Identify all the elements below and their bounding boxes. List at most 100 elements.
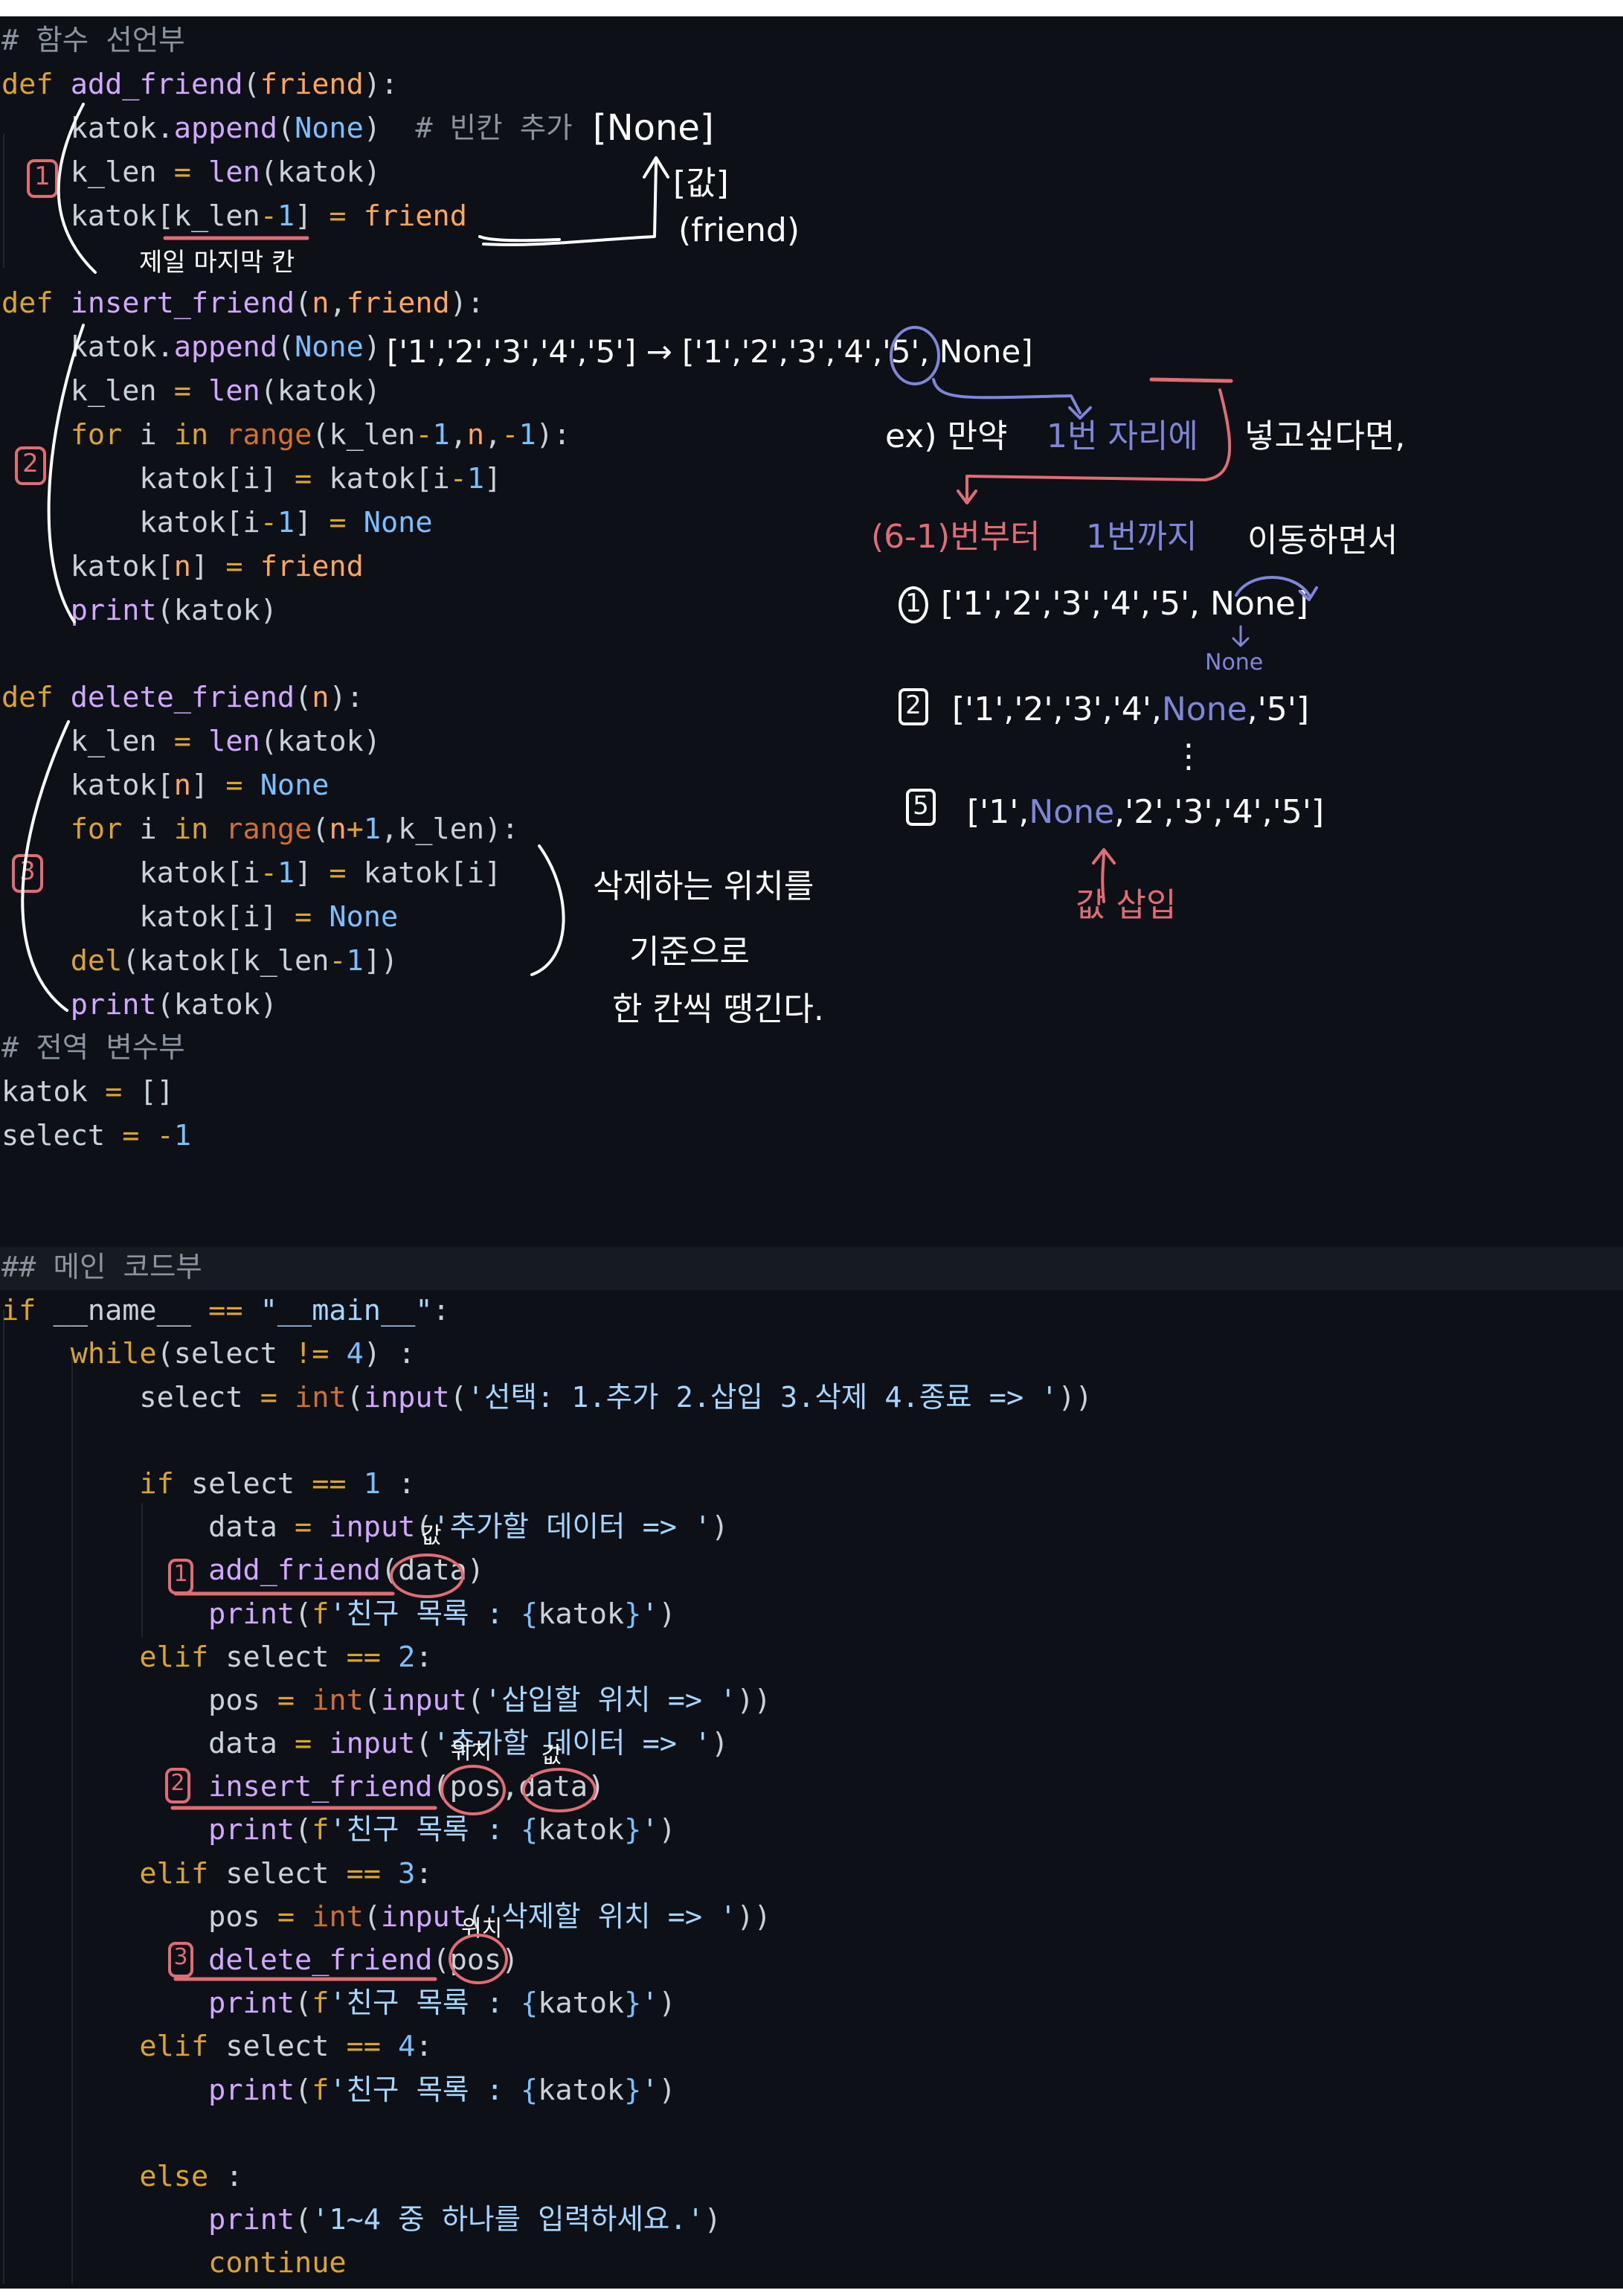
code-token: } xyxy=(624,1813,642,1847)
code-line: print(katok) xyxy=(1,589,573,633)
code-token: : xyxy=(415,2030,433,2064)
code-line: k_len = len(katok) xyxy=(1,720,573,764)
code-token: - xyxy=(415,418,433,452)
code-token: ( xyxy=(415,1727,433,1761)
note-step-2: ['1','2','3','4',None,'5'] xyxy=(952,693,1309,726)
code-token: ( xyxy=(295,2203,312,2237)
code-token: select xyxy=(208,1856,347,1891)
code-line: ## 메인 코드부 xyxy=(1,1246,1093,1289)
code-token: f xyxy=(312,1986,330,2021)
code-token: delete_friend xyxy=(70,681,295,715)
code-token: elif xyxy=(1,1640,209,1674)
code-token: input xyxy=(329,1510,416,1545)
code-line: select = int(input('선택: 1.추가 2.삽입 3.삭제 4… xyxy=(1,1376,1093,1420)
code-token: __name__ xyxy=(36,1294,209,1328)
code-token: )) xyxy=(1058,1380,1093,1414)
code-token: continue xyxy=(1,2246,347,2280)
code-token: '선택: 1.추가 2.삽입 3.삭제 4.종료 => ' xyxy=(466,1380,1058,1414)
code-token: = xyxy=(277,1899,295,1934)
code-line: select = -1 xyxy=(1,1115,573,1158)
code-token: def xyxy=(1,681,54,715)
code-token: k_len xyxy=(1,374,174,408)
code-token: delete_friend xyxy=(208,1943,433,1977)
code-token: } xyxy=(624,1986,642,2021)
code-token: len xyxy=(208,725,260,759)
code-token: - xyxy=(501,418,519,452)
code-editor-functions[interactable]: # 함수 선언부 def add_friend(friend): katok.ap… xyxy=(1,19,573,1158)
code-token: ] xyxy=(295,856,330,890)
code-token: '친구 목록 : xyxy=(329,1597,521,1631)
code-token: select xyxy=(208,2030,347,2064)
main-marker-3: 3 xyxy=(168,1942,193,1978)
code-token: friend xyxy=(363,199,467,233)
code-token: 1 xyxy=(518,418,536,452)
code-line: elif select == 3: xyxy=(1,1853,1093,1896)
code-token: : xyxy=(415,1640,433,1674)
code-line: print(katok) xyxy=(1,984,573,1027)
arrow-two-to-position xyxy=(932,378,1082,414)
code-token: f xyxy=(312,1597,330,1631)
code-token: len xyxy=(208,155,260,189)
code-token: ( xyxy=(346,1380,364,1414)
note-step-5-a: ['1', xyxy=(967,793,1029,831)
code-token: '친구 목록 : xyxy=(329,1986,521,2021)
code-token: ## 메인 코드부 xyxy=(1,1251,202,1284)
code-token: # 전역 변수부 xyxy=(1,1031,185,1065)
code-line: # 함수 선언부 xyxy=(1,19,573,63)
code-token: ( xyxy=(277,330,295,365)
code-token: i xyxy=(122,812,174,847)
code-token: == xyxy=(346,1856,381,1891)
code-token: None xyxy=(260,769,330,803)
code-token: 1 xyxy=(277,856,295,890)
code-token: ' xyxy=(641,1597,659,1631)
code-token: ) xyxy=(711,1727,729,1761)
code-token: else xyxy=(1,2159,209,2193)
code-line: pos = int(input('삽입할 위치 => ')) xyxy=(1,1679,1093,1722)
code-line: k_len = len(katok) xyxy=(1,151,573,195)
code-token: ) xyxy=(711,1510,729,1545)
code-token: # 빈칸 추가 xyxy=(415,111,573,145)
code-token: ( xyxy=(449,1380,467,1414)
code-token: insert_friend xyxy=(208,1770,433,1804)
code-line: def delete_friend(n): xyxy=(1,676,573,720)
code-token: pos xyxy=(1,1683,277,1717)
code-line: add_friend(data) xyxy=(1,1549,1093,1592)
code-token: '추가할 데이터 => ' xyxy=(432,1510,712,1545)
code-token: = xyxy=(295,900,312,934)
code-token: ]) xyxy=(363,943,399,978)
note-main-position-3: 위치 xyxy=(461,1916,503,1942)
note-ex-prefix: ex) 만약 xyxy=(885,417,1008,455)
code-token: ) xyxy=(363,111,416,145)
code-token: ) xyxy=(658,2073,676,2107)
code-token: == xyxy=(312,1466,347,1501)
code-line: del(katok[k_len-1]) xyxy=(1,940,573,984)
code-token: friend xyxy=(260,67,364,101)
note-range-from: (6-1)번부터 xyxy=(871,518,1041,556)
code-token: katok. xyxy=(1,330,174,365)
code-token: ] xyxy=(295,505,330,539)
code-line: elif select == 2: xyxy=(1,1636,1093,1679)
code-token: 1 xyxy=(277,505,295,539)
note-last-cell: 제일 마지막 칸 xyxy=(139,248,295,278)
step-2-marker: 2 xyxy=(899,688,928,725)
